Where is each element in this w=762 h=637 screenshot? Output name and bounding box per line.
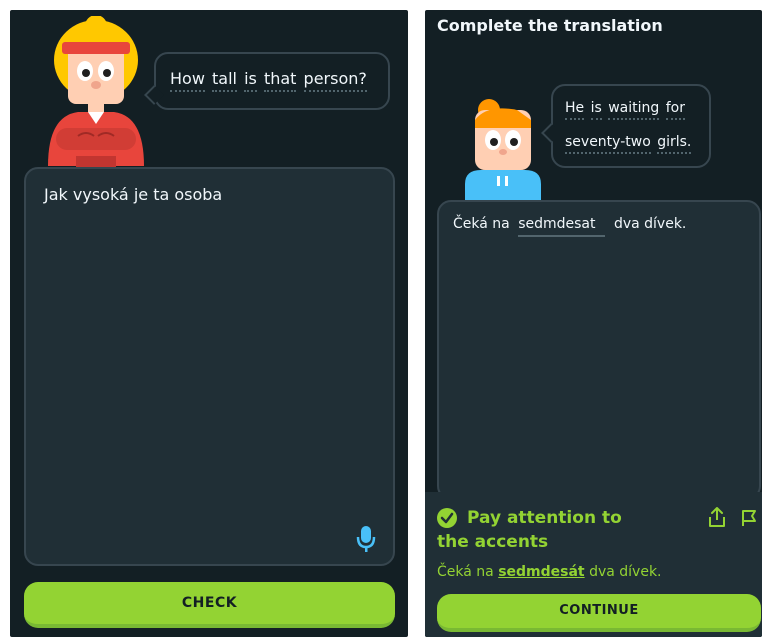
prompt-line-2: seventy-two girls. [565, 134, 693, 154]
prompt-word[interactable]: for [665, 100, 685, 120]
page-title: Complete the translation [437, 16, 663, 35]
microphone-icon[interactable] [356, 525, 376, 553]
prompt-word[interactable]: tall [212, 69, 237, 92]
prompt-sentence: How tall is that person? [170, 69, 369, 92]
answer-textarea[interactable]: Jak vysoká je ta osoba [24, 167, 395, 566]
prompt-line-1: He is waiting for [565, 100, 687, 120]
prompt-word[interactable]: person? [303, 69, 367, 92]
check-circle-icon [437, 508, 457, 528]
speech-bubble: He is waiting for seventy-two girls. [541, 84, 711, 168]
flag-icon[interactable] [739, 508, 759, 528]
right-screen: Complete the translation He is waiting f… [425, 10, 762, 637]
prompt-word[interactable]: He [565, 100, 585, 120]
sentence-prefix: Čeká na [453, 216, 510, 232]
feedback-panel: Pay attention to the accents Čeká na sed… [425, 492, 762, 637]
feedback-title-line-1: Pay attention to [467, 508, 622, 528]
prompt-word[interactable]: is [244, 69, 257, 92]
character-illustration [465, 99, 541, 208]
left-screen: How tall is that person? Jak vysoká je t… [10, 10, 408, 637]
speech-bubble: How tall is that person? [144, 52, 390, 110]
solution-highlight: sedmdesát [498, 564, 585, 580]
feedback-title-line-2: the accents [437, 532, 549, 552]
continue-button[interactable]: CONTINUE [437, 594, 761, 632]
blank-input[interactable]: sedmdesat [518, 216, 606, 237]
translation-sentence: Čeká na sedmdesat dva dívek. [453, 216, 686, 237]
check-button-label: CHECK [181, 595, 238, 611]
correct-solution: Čeká na sedmdesát dva dívek. [437, 564, 662, 580]
prompt-word[interactable]: that [263, 69, 297, 92]
continue-button-label: CONTINUE [559, 603, 639, 618]
prompt-word[interactable]: seventy-two [565, 134, 651, 154]
share-icon[interactable] [707, 506, 727, 528]
check-button[interactable]: CHECK [24, 582, 395, 628]
prompt-word[interactable]: waiting [608, 100, 660, 120]
character-illustration [48, 16, 144, 176]
prompt-word[interactable]: How [170, 69, 205, 92]
solution-prefix: Čeká na [437, 564, 499, 580]
answer-text: Jak vysoká je ta osoba [44, 185, 223, 204]
prompt-word[interactable]: is [590, 100, 602, 120]
solution-suffix: dva dívek. [584, 564, 662, 580]
prompt-word[interactable]: girls. [657, 134, 692, 154]
sentence-suffix: dva dívek. [613, 216, 687, 232]
translation-box: Čeká na sedmdesat dva dívek. [437, 200, 761, 500]
